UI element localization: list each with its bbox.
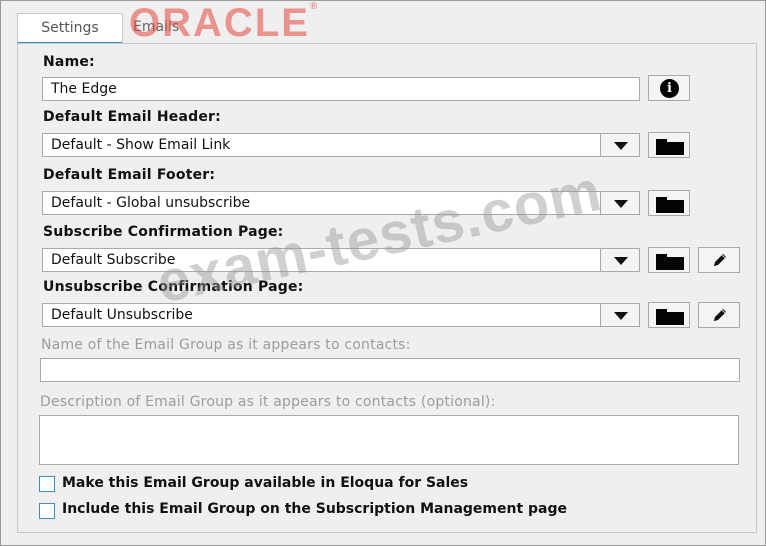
pencil-icon — [714, 309, 726, 321]
window-frame: Settings Emails ORACLE® Name: The Edge i… — [0, 0, 766, 546]
folder-icon — [656, 254, 684, 270]
name-input-value: The Edge — [51, 81, 117, 97]
email-footer-label: Default Email Footer: — [43, 167, 216, 183]
unsubscribe-page-browse-button[interactable] — [648, 302, 690, 328]
tab-settings[interactable]: Settings — [17, 13, 123, 45]
email-footer-dropdown-button[interactable] — [600, 191, 640, 215]
display-name-input[interactable] — [40, 358, 740, 382]
settings-panel: Name: The Edge i Default Email Header: D… — [17, 43, 757, 533]
chevron-down-icon — [614, 200, 628, 208]
description-textarea[interactable] — [39, 415, 739, 465]
chevron-down-icon — [614, 312, 628, 320]
display-name-label: Name of the Email Group as it appears to… — [41, 337, 411, 353]
pencil-icon — [714, 254, 726, 266]
sales-checkbox-label[interactable]: Make this Email Group available in Eloqu… — [62, 475, 468, 491]
subscribe-page-browse-button[interactable] — [648, 247, 690, 273]
email-header-select[interactable]: Default - Show Email Link — [42, 133, 640, 157]
chevron-down-icon — [614, 257, 628, 265]
email-header-label: Default Email Header: — [43, 109, 221, 125]
folder-icon — [656, 309, 684, 325]
description-label: Description of Email Group as it appears… — [40, 394, 496, 410]
folder-icon — [656, 139, 684, 155]
oracle-logo-watermark: ORACLE® — [129, 1, 320, 45]
folder-icon — [656, 197, 684, 213]
unsubscribe-page-edit-button[interactable] — [698, 302, 740, 328]
subscription-checkbox[interactable] — [39, 503, 55, 519]
email-header-dropdown-button[interactable] — [600, 133, 640, 157]
info-icon: i — [660, 79, 679, 98]
name-label: Name: — [43, 54, 95, 70]
email-footer-browse-button[interactable] — [648, 190, 690, 216]
email-footer-value: Default - Global unsubscribe — [51, 195, 251, 211]
unsubscribe-page-select[interactable]: Default Unsubscribe — [42, 303, 640, 327]
subscription-checkbox-label[interactable]: Include this Email Group on the Subscrip… — [62, 501, 567, 517]
subscribe-page-dropdown-button[interactable] — [600, 248, 640, 272]
unsubscribe-page-dropdown-button[interactable] — [600, 303, 640, 327]
chevron-down-icon — [614, 142, 628, 150]
email-header-browse-button[interactable] — [648, 132, 690, 158]
name-input[interactable]: The Edge — [42, 77, 640, 101]
info-button[interactable]: i — [648, 75, 690, 101]
subscribe-page-edit-button[interactable] — [698, 247, 740, 273]
email-header-value: Default - Show Email Link — [51, 137, 231, 153]
sales-checkbox[interactable] — [39, 476, 55, 492]
